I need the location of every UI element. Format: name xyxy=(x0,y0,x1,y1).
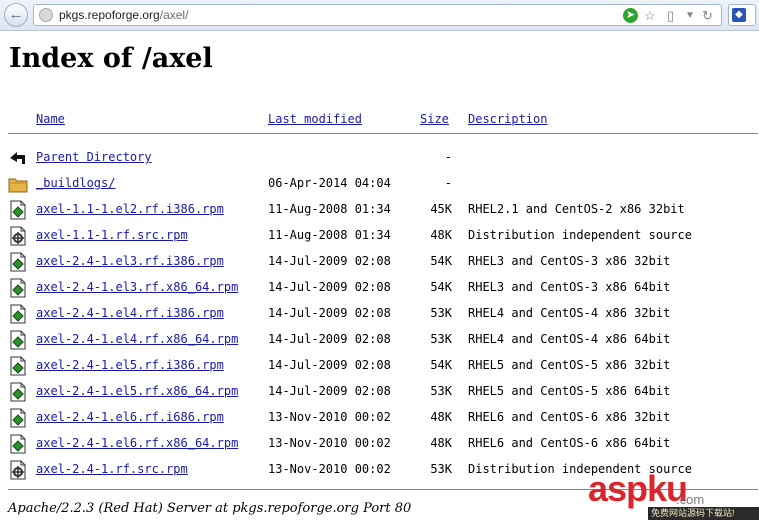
column-header-description[interactable]: Description xyxy=(468,112,547,126)
star-icon[interactable]: ☆ xyxy=(644,8,656,24)
file-link[interactable]: axel-2.4-1.el6.rf.x86_64.rpm xyxy=(36,436,238,450)
modified-date: 14-Jul-2009 02:08 xyxy=(268,358,391,372)
source-package-icon xyxy=(8,226,28,246)
folder-icon xyxy=(8,174,28,194)
table-row: axel-2.4-1.el5.rf.i386.rpm 14-Jul-2009 02… xyxy=(0,354,759,380)
watermark-tagline-bar: 免费网站源码下载站! xyxy=(648,507,759,520)
file-description: RHEL5 and CentOS-5 x86 64bit xyxy=(468,384,671,398)
modified-date: 14-Jul-2009 02:08 xyxy=(268,280,391,294)
column-header-modified[interactable]: Last modified xyxy=(268,112,362,126)
file-size: 53K xyxy=(430,462,452,476)
file-size: 54K xyxy=(430,358,452,372)
package-icon xyxy=(8,382,28,402)
file-description: RHEL5 and CentOS-5 x86 32bit xyxy=(468,358,671,372)
watermark-tagline: 免费网站源码下载站! xyxy=(651,508,735,518)
file-link[interactable]: axel-2.4-1.el5.rf.x86_64.rpm xyxy=(36,384,238,398)
file-size: 54K xyxy=(430,280,452,294)
column-header-name[interactable]: Name xyxy=(36,112,65,126)
file-link[interactable]: axel-2.4-1.el4.rf.i386.rpm xyxy=(36,306,224,320)
file-description: Distribution independent source xyxy=(468,228,692,242)
column-header-size[interactable]: Size xyxy=(420,112,449,126)
modified-date: 11-Aug-2008 01:34 xyxy=(268,202,391,216)
file-size: 53K xyxy=(430,384,452,398)
modified-date: 13-Nov-2010 00:02 xyxy=(268,436,391,450)
table-row: Parent Directory - xyxy=(0,146,759,172)
package-icon xyxy=(8,356,28,376)
package-icon xyxy=(8,304,28,324)
url-text[interactable]: pkgs.repoforge.org/axel/ xyxy=(59,8,188,22)
file-description: RHEL3 and CentOS-3 x86 32bit xyxy=(468,254,671,268)
dropdown-icon[interactable]: ▼ xyxy=(685,8,695,24)
address-bar[interactable]: pkgs.repoforge.org/axel/ ➤ ☆ ▯ ▼ ↻ xyxy=(33,4,722,26)
search-engine-box[interactable]: ◆ xyxy=(728,4,756,26)
table-row: _buildlogs/06-Apr-2014 04:04 - xyxy=(0,172,759,198)
package-icon xyxy=(8,252,28,272)
file-link[interactable]: _buildlogs/ xyxy=(36,176,115,190)
page-title: Index of /axel xyxy=(9,43,213,74)
browser-toolbar: ← pkgs.repoforge.org/axel/ ➤ ☆ ▯ ▼ ↻ ◆ xyxy=(0,0,759,31)
watermark-logo: aspku .com 免费网站源码下载站! xyxy=(588,469,759,522)
package-icon xyxy=(8,330,28,350)
file-description: RHEL6 and CentOS-6 x86 32bit xyxy=(468,410,671,424)
file-size: 53K xyxy=(430,332,452,346)
watermark-text: aspku xyxy=(588,468,688,509)
file-link[interactable]: axel-2.4-1.el4.rf.x86_64.rpm xyxy=(36,332,238,346)
table-row: axel-2.4-1.el5.rf.x86_64.rpm 14-Jul-2009 … xyxy=(0,380,759,406)
table-row: axel-2.4-1.el3.rf.i386.rpm 14-Jul-2009 02… xyxy=(0,250,759,276)
table-row: axel-1.1-1.el2.rf.i386.rpm 11-Aug-2008 01… xyxy=(0,198,759,224)
reload-icon[interactable]: ↻ xyxy=(702,8,713,24)
file-description: RHEL6 and CentOS-6 x86 64bit xyxy=(468,436,671,450)
phone-icon[interactable]: ▯ xyxy=(667,8,674,24)
file-description: RHEL2.1 and CentOS-2 x86 32bit xyxy=(468,202,685,216)
file-description: RHEL3 and CentOS-3 x86 64bit xyxy=(468,280,671,294)
file-link[interactable]: Parent Directory xyxy=(36,150,152,164)
file-link[interactable]: axel-1.1-1.el2.rf.i386.rpm xyxy=(36,202,224,216)
search-engine-icon: ◆ xyxy=(732,8,746,22)
file-link[interactable]: axel-2.4-1.el3.rf.i386.rpm xyxy=(36,254,224,268)
table-row: axel-2.4-1.el3.rf.x86_64.rpm 14-Jul-2009 … xyxy=(0,276,759,302)
package-icon xyxy=(8,200,28,220)
modified-date: 14-Jul-2009 02:08 xyxy=(268,332,391,346)
globe-icon xyxy=(39,8,53,22)
modified-date: 14-Jul-2009 02:08 xyxy=(268,384,391,398)
modified-date: 13-Nov-2010 00:02 xyxy=(268,410,391,424)
table-row: axel-2.4-1.el4.rf.i386.rpm 14-Jul-2009 02… xyxy=(0,302,759,328)
url-host: pkgs.repoforge.org xyxy=(59,8,160,22)
go-icon[interactable]: ➤ xyxy=(623,8,638,23)
server-signature: Apache/2.2.3 (Red Hat) Server at pkgs.re… xyxy=(8,501,412,516)
package-icon xyxy=(8,278,28,298)
back-icon xyxy=(8,148,28,168)
table-row: axel-2.4-1.el4.rf.x86_64.rpm 14-Jul-2009 … xyxy=(0,328,759,354)
back-button[interactable]: ← xyxy=(4,3,28,27)
header-divider xyxy=(8,133,758,134)
file-link[interactable]: axel-2.4-1.rf.src.rpm xyxy=(36,462,188,476)
package-icon xyxy=(8,408,28,428)
source-package-icon xyxy=(8,460,28,480)
modified-date: 06-Apr-2014 04:04 xyxy=(268,176,391,190)
table-row: axel-2.4-1.el6.rf.x86_64.rpm 13-Nov-2010 … xyxy=(0,432,759,458)
package-icon xyxy=(8,434,28,454)
file-link[interactable]: axel-1.1-1.rf.src.rpm xyxy=(36,228,188,242)
url-path: /axel/ xyxy=(159,8,189,22)
file-size: 45K xyxy=(430,202,452,216)
file-size: 54K xyxy=(430,254,452,268)
file-size: - xyxy=(444,176,452,190)
file-link[interactable]: axel-2.4-1.el6.rf.i686.rpm xyxy=(36,410,224,424)
file-description: RHEL4 and CentOS-4 x86 32bit xyxy=(468,306,671,320)
modified-date: 14-Jul-2009 02:08 xyxy=(268,306,391,320)
file-description: RHEL4 and CentOS-4 x86 64bit xyxy=(468,332,671,346)
modified-date: 14-Jul-2009 02:08 xyxy=(268,254,391,268)
table-row: axel-1.1-1.rf.src.rpm 11-Aug-2008 01:34 48… xyxy=(0,224,759,250)
file-size: - xyxy=(444,150,452,164)
modified-date: 13-Nov-2010 00:02 xyxy=(268,462,391,476)
file-link[interactable]: axel-2.4-1.el3.rf.x86_64.rpm xyxy=(36,280,238,294)
file-size: 48K xyxy=(430,410,452,424)
file-size: 48K xyxy=(430,436,452,450)
file-size: 48K xyxy=(430,228,452,242)
modified-date: 11-Aug-2008 01:34 xyxy=(268,228,391,242)
file-size: 53K xyxy=(430,306,452,320)
file-link[interactable]: axel-2.4-1.el5.rf.i386.rpm xyxy=(36,358,224,372)
watermark-domain: .com xyxy=(676,492,705,507)
table-row: axel-2.4-1.el6.rf.i686.rpm 13-Nov-2010 00… xyxy=(0,406,759,432)
